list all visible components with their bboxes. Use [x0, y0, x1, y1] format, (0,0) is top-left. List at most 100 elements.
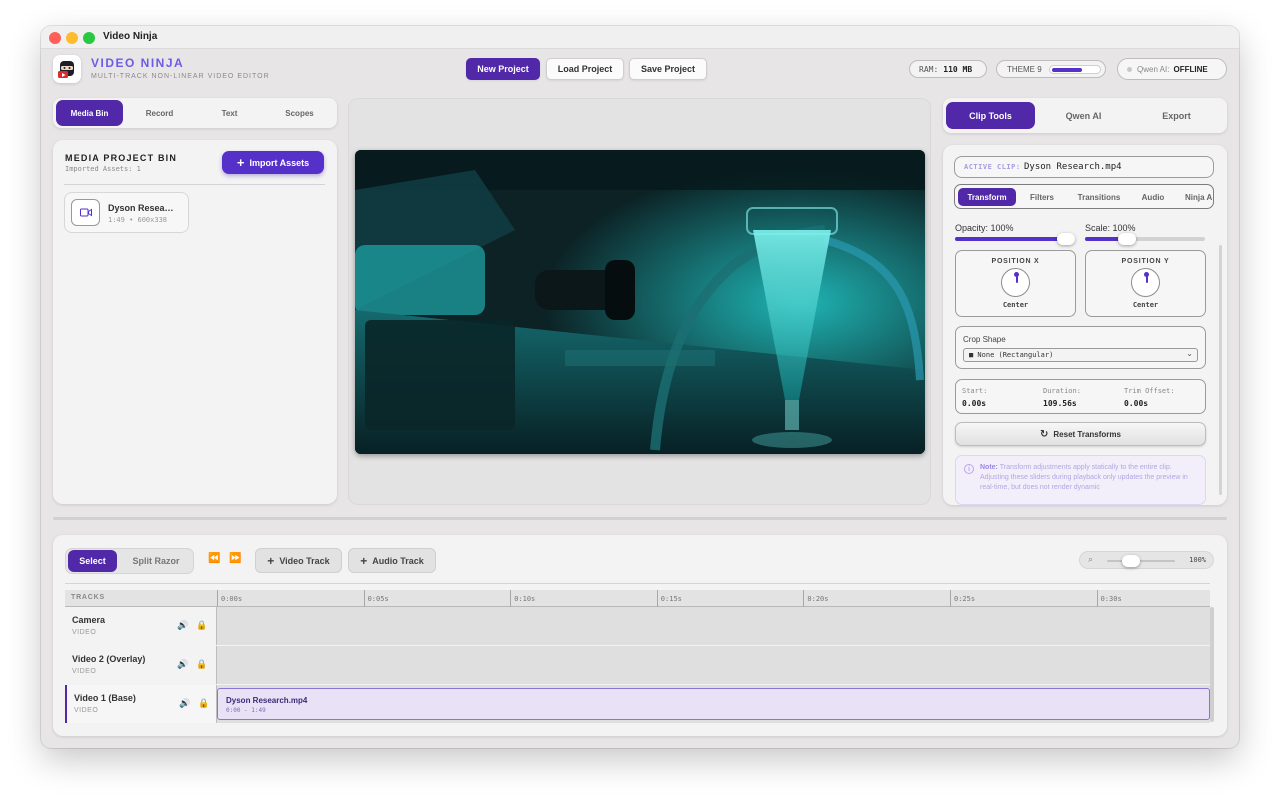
title-bar: Video Ninja	[41, 26, 1239, 49]
qwen-status: OFFLINE	[1173, 64, 1208, 74]
asset-card[interactable]: Dyson Resea… 1:49 • 600x338	[64, 192, 189, 233]
rewind-icon[interactable]: ⏪	[208, 553, 220, 564]
track-lane[interactable]	[217, 607, 1210, 645]
track-name: Video 2 (Overlay)	[72, 654, 146, 664]
ruler-tick: 0:15s	[656, 590, 682, 607]
subtab-filters[interactable]: Filters	[1017, 188, 1067, 206]
note-body: Transform adjustments apply statically t…	[980, 464, 1188, 491]
clip-tools-panel: ACTIVE CLIP: Dyson Research.mp4 Transfor…	[943, 145, 1227, 505]
ruler-tick: 0:05s	[363, 590, 389, 607]
subtab-transform[interactable]: Transform	[958, 188, 1016, 206]
opacity-slider-knob[interactable]	[1057, 233, 1075, 245]
load-project-button[interactable]: Load Project	[546, 58, 624, 80]
scale-slider-knob[interactable]	[1118, 233, 1136, 245]
track-name: Camera	[72, 615, 106, 625]
timeline-ruler[interactable]: TRACKS 0:00s 0:05s 0:10s 0:15s 0:20s 0:25s 0:3…	[65, 590, 1210, 607]
timeline-scrollbar[interactable]	[1210, 607, 1214, 722]
track-lane[interactable]	[217, 646, 1210, 684]
divider	[65, 583, 1210, 584]
asset-name: Dyson Resea…	[108, 203, 174, 213]
speaker-icon[interactable]: 🔊	[179, 698, 190, 709]
close-window-button[interactable]	[49, 32, 61, 44]
theme-slider-fill	[1052, 68, 1082, 72]
select-chevron-icon: ⌄	[1186, 349, 1193, 358]
active-clip-value: Dyson Research.mp4	[1024, 162, 1122, 172]
position-y-dial[interactable]	[1131, 268, 1160, 297]
ruler-tick: 0:10s	[510, 590, 535, 607]
save-project-button[interactable]: Save Project	[629, 58, 707, 80]
add-audio-track-label: Audio Track	[372, 555, 424, 566]
reset-icon: ↻	[1040, 428, 1049, 440]
minimize-window-button[interactable]	[66, 32, 78, 44]
add-audio-track-button[interactable]: + Audio Track	[348, 548, 436, 573]
lock-icon[interactable]: 🔒	[196, 620, 207, 631]
zoom-slider-knob[interactable]	[1122, 555, 1140, 567]
opacity-slider[interactable]	[955, 233, 1075, 245]
right-tab-bar: Clip Tools Qwen AI Export	[943, 98, 1227, 133]
tab-scopes[interactable]: Scopes	[266, 100, 333, 126]
status-dot-icon	[1127, 66, 1132, 72]
track-row-video-1: Video 1 (Base) VIDEO 🔊 🔒 Dyson Research.…	[65, 685, 1210, 723]
video-preview[interactable]	[355, 150, 925, 454]
left-tab-bar: Media Bin Record Text Scopes	[53, 98, 337, 128]
imported-assets-count: Imported Assets: 1	[65, 165, 141, 173]
tab-record[interactable]: Record	[126, 100, 193, 126]
add-video-track-button[interactable]: + Video Track	[255, 548, 342, 573]
theme-selector[interactable]: THEME 9	[996, 60, 1106, 78]
track-row-camera: Camera VIDEO 🔊 🔒	[65, 607, 1210, 645]
asset-meta: 1:49 • 600x338	[108, 216, 168, 224]
tool-mode-toggle: Select Split Razor	[65, 548, 194, 574]
speaker-icon[interactable]: 🔊	[177, 659, 188, 670]
position-y-control[interactable]: POSITION Y Center	[1085, 250, 1206, 317]
qwen-label: Qwen AI:	[1137, 64, 1170, 74]
panel-resize-handle[interactable]	[53, 517, 1227, 520]
tab-export[interactable]: Export	[1132, 102, 1221, 129]
lock-icon[interactable]: 🔒	[198, 698, 209, 709]
ruler-tick: 0:30s	[1096, 590, 1122, 607]
zoom-window-button[interactable]	[83, 32, 95, 44]
speaker-icon[interactable]: 🔊	[177, 620, 188, 631]
ruler-tick: 0:25s	[950, 590, 975, 607]
import-assets-button[interactable]: + Import Assets	[222, 151, 324, 174]
track-lane[interactable]: Dyson Research.mp4 0:00 - 1:49	[217, 685, 1210, 723]
fast-forward-icon[interactable]: ⏩	[229, 553, 241, 564]
track-name: Video 1 (Base)	[74, 693, 136, 703]
start-value: 0.00s	[962, 399, 987, 408]
panel-scrollbar[interactable]	[1219, 245, 1222, 495]
position-x-dial[interactable]	[1001, 268, 1030, 297]
new-project-button[interactable]: New Project	[466, 58, 540, 80]
note-text: Note: Transform adjustments apply static…	[980, 463, 1202, 493]
position-y-label: POSITION Y	[1121, 258, 1170, 265]
lock-icon[interactable]: 🔒	[196, 659, 207, 670]
clip-name: Dyson Research.mp4	[226, 696, 308, 705]
track-header-video-1: Video 1 (Base) VIDEO 🔊 🔒	[65, 685, 217, 723]
tab-qwen-ai[interactable]: Qwen AI	[1039, 102, 1128, 129]
timeline-clip[interactable]: Dyson Research.mp4 0:00 - 1:49	[217, 688, 1210, 720]
dial-needle-icon	[1145, 273, 1148, 283]
zoom-value: 100%	[1189, 556, 1206, 564]
app-window: Video Ninja VIDEO NINJA MULTI-TRACK NON-…	[41, 26, 1239, 748]
tab-media-bin[interactable]: Media Bin	[56, 100, 123, 126]
ram-indicator: RAM: 110 MB	[909, 60, 987, 78]
position-x-control[interactable]: POSITION X Center	[955, 250, 1076, 317]
scale-label: Scale: 100%	[1085, 223, 1136, 233]
crop-shape-select[interactable]: ■ None (Rectangular) ⌄	[963, 348, 1198, 362]
tab-text[interactable]: Text	[196, 100, 263, 126]
subtab-audio[interactable]: Audio	[1131, 188, 1175, 206]
select-tool-button[interactable]: Select	[68, 550, 117, 572]
zoom-slider[interactable]	[1107, 555, 1175, 567]
plus-icon: +	[267, 553, 275, 568]
track-header-camera: Camera VIDEO 🔊 🔒	[65, 607, 217, 645]
crop-shape-label: Crop Shape	[963, 335, 1006, 344]
active-clip-field: ACTIVE CLIP: Dyson Research.mp4	[954, 156, 1214, 178]
subtab-transitions[interactable]: Transitions	[1068, 188, 1130, 206]
track-type: VIDEO	[72, 668, 97, 675]
tab-clip-tools[interactable]: Clip Tools	[946, 102, 1035, 129]
scale-slider[interactable]	[1085, 233, 1205, 245]
theme-slider[interactable]	[1049, 65, 1101, 74]
trim-offset-value: 0.00s	[1124, 399, 1149, 408]
start-label: Start:	[962, 387, 988, 395]
split-razor-button[interactable]: Split Razor	[121, 550, 191, 572]
reset-transforms-button[interactable]: ↻ Reset Transforms	[955, 422, 1206, 446]
subtab-ninja-ai[interactable]: Ninja A	[1177, 188, 1213, 206]
